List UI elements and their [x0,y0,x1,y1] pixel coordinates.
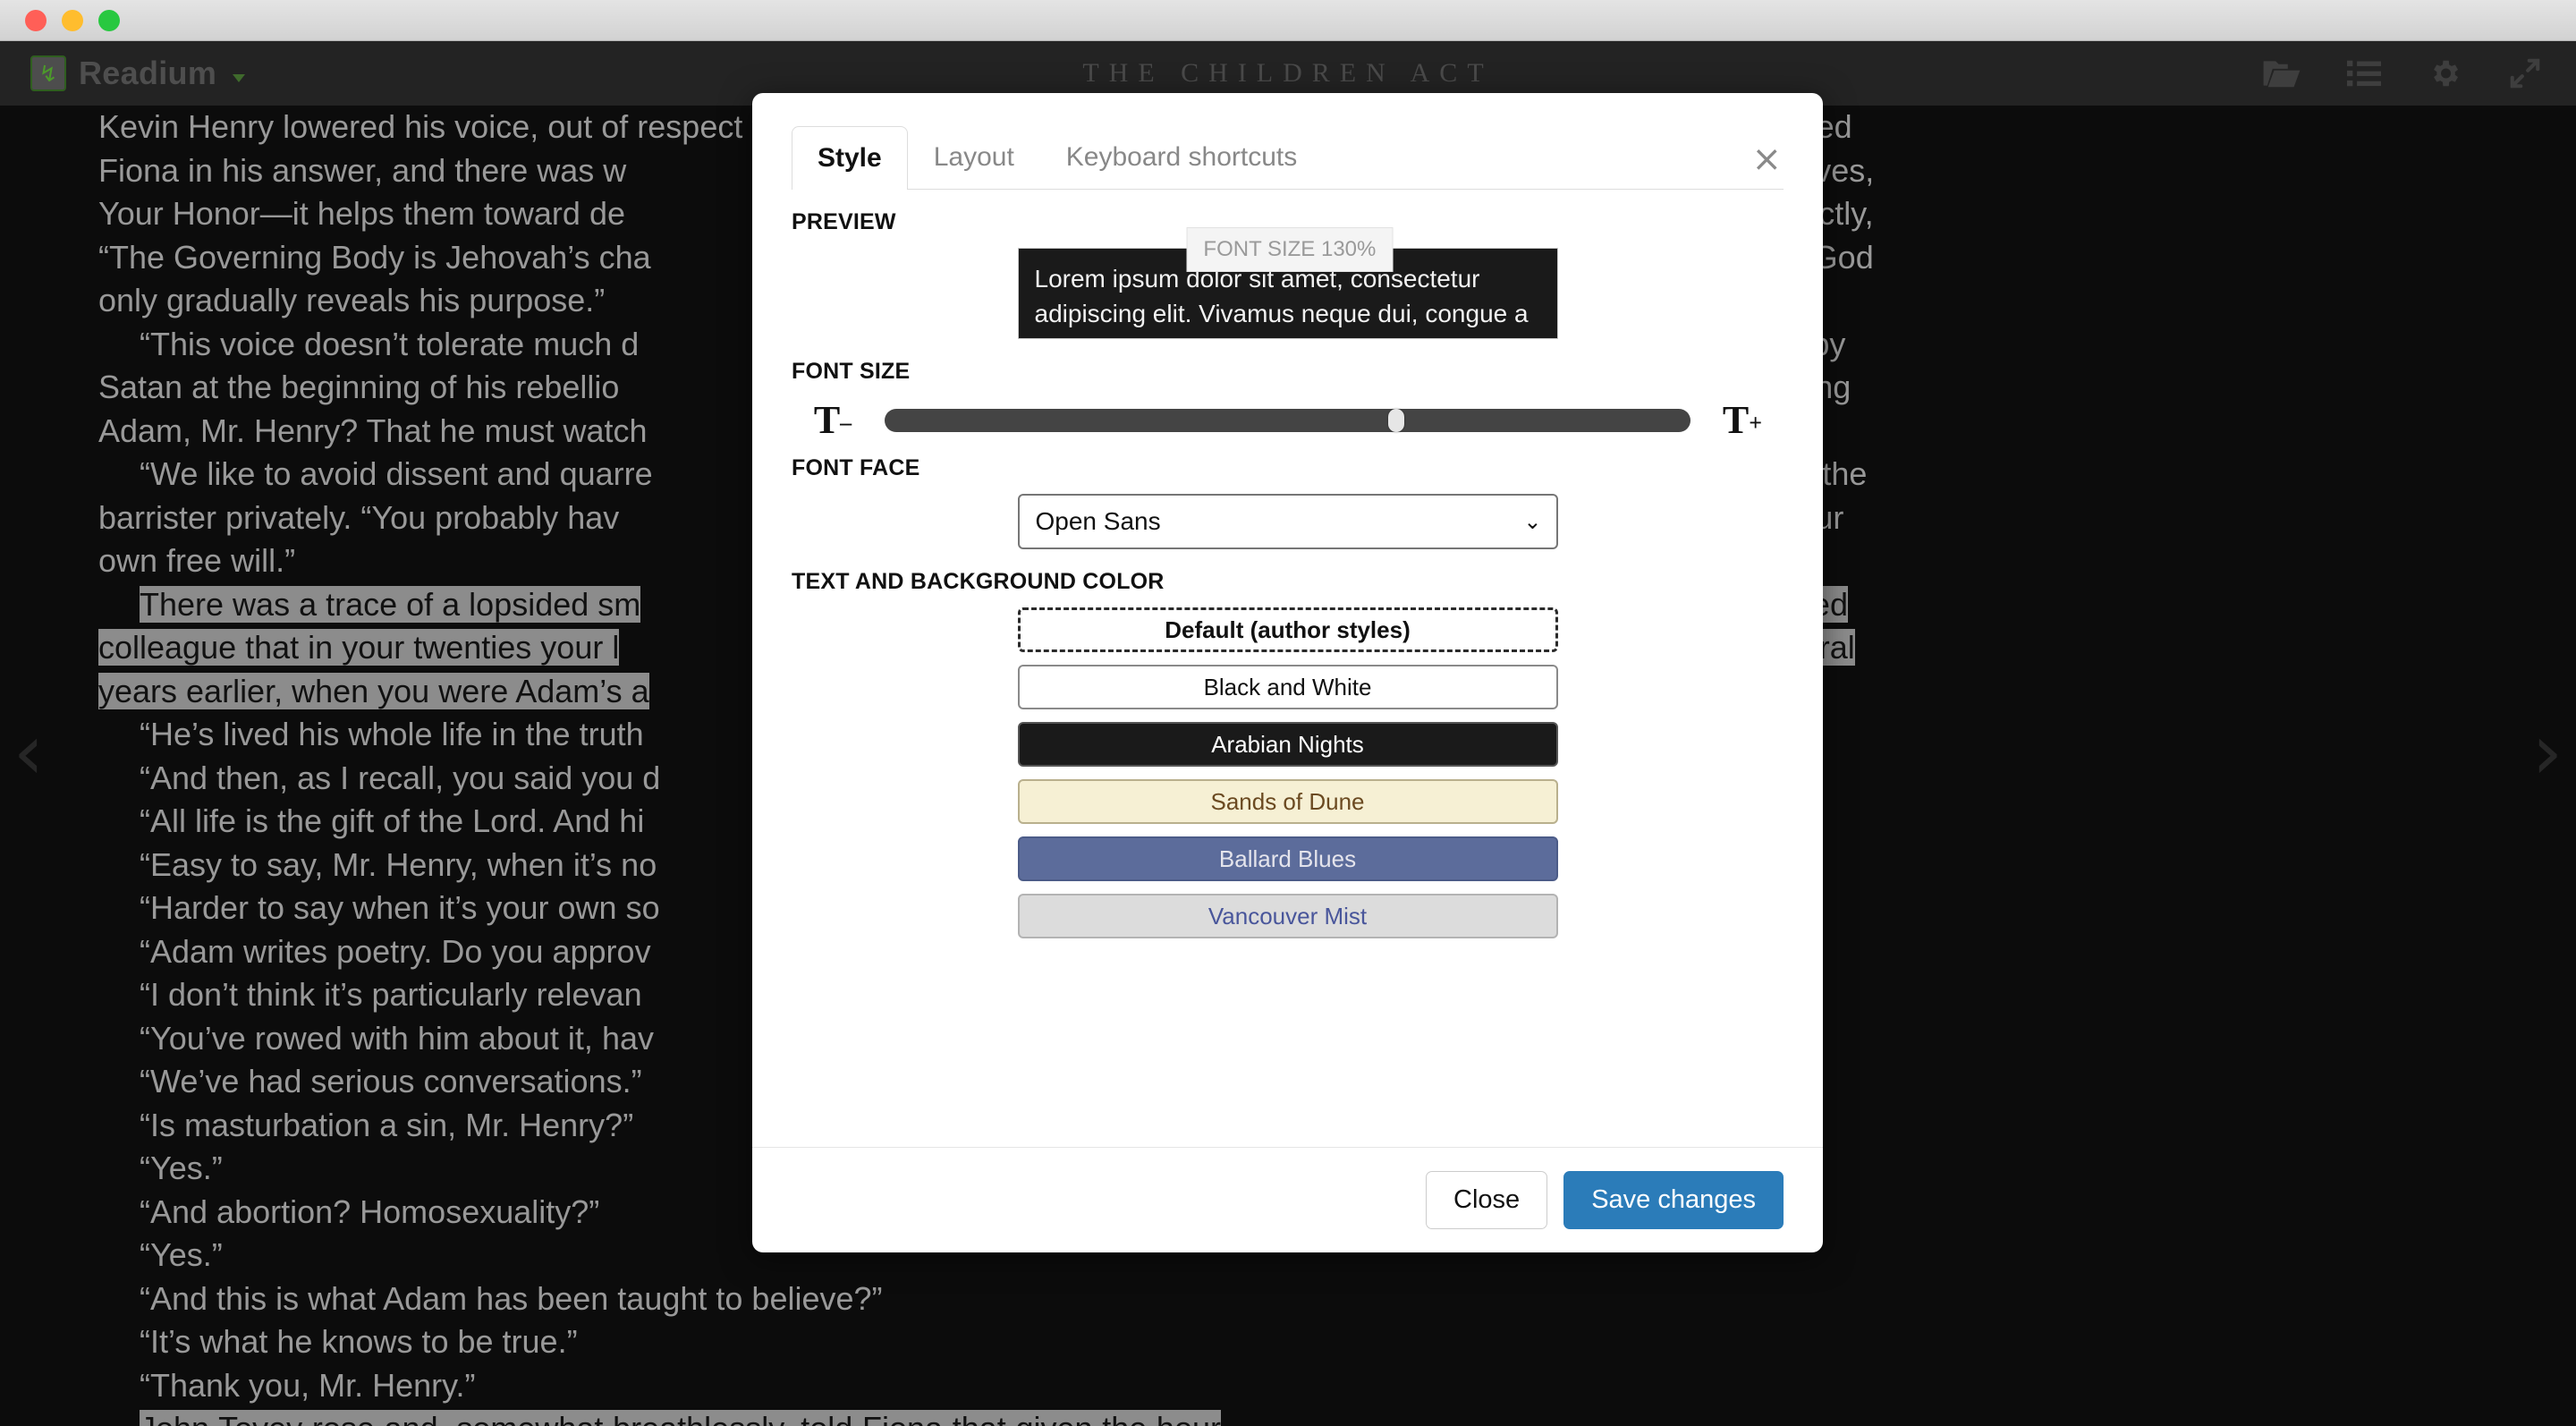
font-size-slider-wrap [874,408,1701,432]
window-maximize-button[interactable] [98,9,120,31]
selected-text: John Tovey rose and, somewhat breathless… [98,1410,1221,1426]
close-button[interactable]: Close [1426,1171,1548,1229]
reader-line: “It’s what he knows to be true.” [140,1323,578,1360]
modal-body: PREVIEW Lorem ipsum dolor sit amet, cons… [752,190,1823,1147]
increase-font-size-button[interactable]: T+ [1701,397,1784,443]
theme-button-black-and-white[interactable]: Black and White [1017,665,1558,709]
colors-section-label: TEXT AND BACKGROUND COLOR [792,569,1165,594]
tab-keyboard-shortcuts[interactable]: Keyboard shortcuts [1040,125,1323,189]
decrease-font-size-button[interactable]: T– [792,397,874,443]
reader-line: “And this is what Adam has been taught t… [140,1279,883,1317]
chevron-down-icon: ⌄ [1523,509,1542,534]
tab-layout[interactable]: Layout [908,125,1040,189]
font-face-select-wrap: Open Sans ⌄ [1017,494,1558,549]
decrease-font-sign: – [840,410,852,436]
settings-modal: Style Layout Keyboard shortcuts × PREVIEW … [752,93,1823,1252]
increase-font-glyph: T [1722,398,1750,442]
traffic-lights [25,9,120,31]
font-size-control: T– T+ [792,397,1784,443]
theme-button-sands-of-dune[interactable]: Sands of Dune [1017,779,1558,824]
theme-button-default-author-styles[interactable]: Default (author styles) [1017,607,1558,652]
next-page-arrow-icon[interactable]: › [2521,714,2574,791]
reader-line: “Thank you, Mr. Henry.” [140,1366,476,1404]
close-icon[interactable]: × [1751,141,1782,177]
window-minimize-button[interactable] [62,9,83,31]
theme-button-arabian-nights[interactable]: Arabian Nights [1017,722,1558,767]
font-size-section-label: FONT SIZE [792,359,911,384]
reader-line: John Tovey rose and, somewhat breathless… [98,1407,1221,1426]
fullscreen-expand-icon[interactable] [2508,56,2542,90]
modal-tablist: Style Layout Keyboard shortcuts [792,125,1784,190]
gear-icon[interactable] [2428,56,2462,90]
previous-page-arrow-icon[interactable]: ‹ [2,714,55,791]
selected-text: colleague that in your twenties your l [98,629,620,666]
window-close-button[interactable] [25,9,47,31]
selected-text: There was a trace of a lopsided sm [140,585,641,623]
font-face-select[interactable]: Open Sans [1017,494,1558,549]
toc-list-icon[interactable] [2347,59,2381,88]
theme-button-ballard-blues[interactable]: Ballard Blues [1017,836,1558,881]
window-title-bar [0,0,2576,41]
modal-header: Style Layout Keyboard shortcuts × [752,93,1823,190]
selected-text: years earlier, when you were Adam’s a [98,672,649,709]
decrease-font-glyph: T [813,398,841,442]
theme-button-vancouver-mist[interactable]: Vancouver Mist [1017,894,1558,938]
font-size-slider-thumb[interactable] [1388,408,1405,432]
modal-footer: Close Save changes [752,1147,1823,1252]
tab-style[interactable]: Style [792,126,908,190]
save-changes-button[interactable]: Save changes [1563,1171,1784,1229]
font-size-tooltip: FONT SIZE 130% [1186,227,1394,272]
font-face-section-label: FONT FACE [792,455,920,480]
folder-open-icon[interactable] [2263,58,2301,89]
page-title: THE CHILDREN ACT [1082,58,1494,88]
font-size-slider[interactable] [885,408,1690,432]
increase-font-sign: + [1749,410,1763,436]
theme-list: Default (author styles) Black and White Ar… [1017,607,1558,938]
app-bar-actions [2263,56,2542,90]
